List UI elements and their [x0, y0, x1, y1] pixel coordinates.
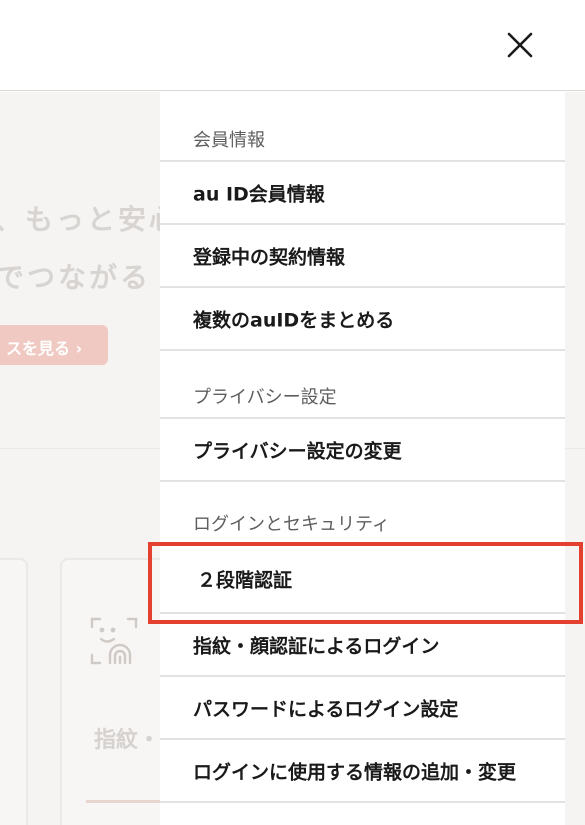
menu-item-label[interactable]: 指紋・顔認証によるログイン — [193, 631, 439, 658]
background-card — [0, 558, 28, 825]
menu-item-login-info-change[interactable]: ログインに使用する情報の追加・変更 — [160, 740, 565, 803]
menu-item-label[interactable]: ログインに使用する情報の追加・変更 — [193, 757, 516, 784]
close-icon[interactable] — [500, 25, 540, 65]
menu-item-label[interactable]: パスワードによるログイン設定 — [193, 694, 458, 721]
menu-item-label[interactable]: ２段階認証 — [197, 566, 292, 593]
header-bar — [0, 0, 585, 91]
menu-item-biometric-login[interactable]: 指紋・顔認証によるログイン — [160, 614, 565, 677]
hero-text-line-1: 、もっと安心 — [0, 203, 181, 236]
menu-item-au-id-info[interactable]: au ID会員情報 — [160, 162, 565, 225]
hero-text-line-2: でつながる — [0, 261, 152, 294]
menu-item-label[interactable]: 登録中の契約情報 — [193, 242, 345, 269]
menu-item-privacy-settings[interactable]: プライバシー設定の変更 — [160, 419, 565, 482]
section-heading-login-security: ログインとセキュリティ — [160, 482, 565, 546]
menu-item-contract-info[interactable]: 登録中の契約情報 — [160, 225, 565, 288]
section-heading-label: プライバシー設定 — [193, 387, 337, 408]
section-heading-privacy: プライバシー設定 — [160, 351, 565, 419]
menu-item-password-login[interactable]: パスワードによるログイン設定 — [160, 677, 565, 740]
menu-item-label[interactable]: au ID会員情報 — [193, 179, 325, 206]
card-label: 指紋・ — [94, 728, 161, 753]
section-heading-member-info: 会員情報 — [160, 92, 565, 162]
menu-item-two-factor-auth[interactable]: ２段階認証 — [160, 546, 565, 614]
face-fingerprint-icon — [90, 617, 138, 665]
hero-cta-button: スを見る › — [0, 325, 108, 365]
section-heading-label: 会員情報 — [193, 130, 265, 151]
menu-item-label[interactable]: プライバシー設定の変更 — [193, 436, 402, 463]
account-menu-panel: 会員情報 au ID会員情報 登録中の契約情報 複数のauIDをまとめる プライ… — [160, 92, 565, 825]
menu-item-merge-au-ids[interactable]: 複数のauIDをまとめる — [160, 288, 565, 351]
section-heading-label: ログインとセキュリティ — [193, 514, 390, 535]
menu-item-label[interactable]: 複数のauIDをまとめる — [193, 305, 394, 332]
close-menu-button[interactable] — [500, 25, 540, 65]
